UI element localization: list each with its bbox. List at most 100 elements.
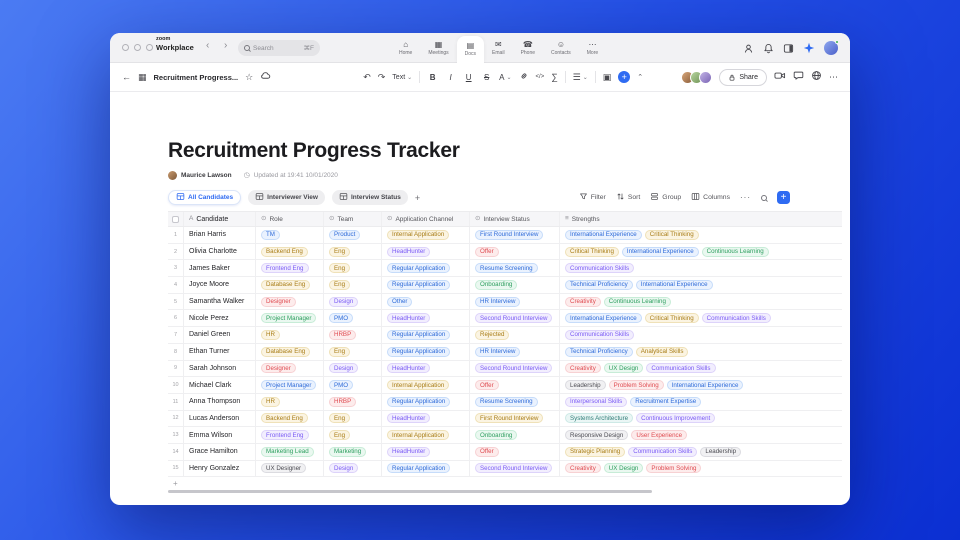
application-channel-cell[interactable]: Regular Application [382, 327, 470, 343]
role-cell[interactable]: Project Manager [256, 310, 324, 326]
redo-icon[interactable]: ↷ [378, 73, 386, 82]
strengths-cell[interactable]: International ExperienceCritical Thinkin… [560, 227, 842, 243]
application-channel-cell[interactable]: Internal Application [382, 377, 470, 393]
ai-companion-sparkle-icon[interactable] [803, 42, 815, 54]
share-button[interactable]: Share [719, 69, 767, 86]
tag-international-experience[interactable]: International Experience [636, 280, 713, 290]
tag-database-eng[interactable]: Database Eng [261, 280, 310, 290]
add-view-button[interactable]: + [415, 193, 420, 203]
strengths-cell[interactable]: LeadershipProblem SolvingInternational E… [560, 377, 842, 393]
application-channel-cell[interactable]: HeadHunter [382, 444, 470, 460]
team-cell[interactable]: HRBP [324, 327, 382, 343]
team-cell[interactable]: Product [324, 227, 382, 243]
application-channel-cell[interactable]: HeadHunter [382, 310, 470, 326]
tag-hr-interview[interactable]: HR Interview [475, 297, 520, 307]
side-panel-toggle-icon[interactable] [783, 43, 794, 54]
team-cell[interactable]: Eng [324, 260, 382, 276]
tag-technical-proficiency[interactable]: Technical Proficiency [565, 280, 633, 290]
tag-rejected[interactable]: Rejected [475, 330, 509, 340]
role-cell[interactable]: Backend Eng [256, 244, 324, 260]
tag-first-round-interview[interactable]: First Round Interview [475, 413, 543, 423]
interview-status-cell[interactable]: Offer [470, 444, 560, 460]
tag-problem-solving[interactable]: Problem Solving [646, 463, 701, 473]
team-cell[interactable]: PMO [324, 310, 382, 326]
table-search-icon[interactable] [761, 195, 767, 201]
tag-marketing[interactable]: Marketing [329, 447, 366, 457]
tag-offer[interactable]: Offer [475, 380, 499, 390]
tag-continuous-improvement[interactable]: Continuous Improvement [636, 413, 715, 423]
collaborator-avatar[interactable] [699, 71, 712, 84]
tag-systems-architecture[interactable]: Systems Architecture [565, 413, 633, 423]
chat-bubble-icon[interactable] [793, 68, 804, 86]
role-cell[interactable]: Project Manager [256, 377, 324, 393]
role-cell[interactable]: Database Eng [256, 344, 324, 360]
tab-contacts[interactable]: ☺Contacts [543, 33, 579, 63]
candidate-cell[interactable]: Samantha Walker [184, 294, 256, 310]
tag-responsive-design[interactable]: Responsive Design [565, 430, 628, 440]
column-header-strengths[interactable]: ≡Strengths [560, 212, 842, 226]
strengths-cell[interactable]: International ExperienceCritical Thinkin… [560, 310, 842, 326]
tab-docs[interactable]: ▤Docs [457, 36, 484, 63]
tag-regular-application[interactable]: Regular Application [387, 397, 450, 407]
interview-status-cell[interactable]: Second Round Interview [470, 461, 560, 477]
interview-status-cell[interactable]: First Round Interview [470, 227, 560, 243]
tag-regular-application[interactable]: Regular Application [387, 347, 450, 357]
video-camera-icon[interactable] [774, 68, 786, 86]
role-cell[interactable]: TM [256, 227, 324, 243]
role-cell[interactable]: Designer [256, 294, 324, 310]
application-channel-cell[interactable]: Internal Application [382, 427, 470, 443]
table-row[interactable]: 3James BakerFrontend EngEngRegular Appli… [168, 260, 842, 277]
tag-internal-application[interactable]: Internal Application [387, 230, 449, 240]
tag-problem-solving[interactable]: Problem Solving [609, 380, 664, 390]
favorite-star-icon[interactable]: ☆ [245, 73, 253, 82]
strengths-cell[interactable]: Responsive DesignUser Experience [560, 427, 842, 443]
doc-title[interactable]: Recruitment Progress... [154, 73, 239, 82]
table-row[interactable]: 10Michael ClarkProject ManagerPMOInterna… [168, 377, 842, 394]
tag-continuous-learning[interactable]: Continuous Learning [604, 297, 671, 307]
tag-international-experience[interactable]: International Experience [565, 230, 642, 240]
tag-hr[interactable]: HR [261, 330, 280, 340]
tag-interpersonal-skills[interactable]: Interpersonal Skills [565, 397, 627, 407]
tag-hr-interview[interactable]: HR Interview [475, 347, 520, 357]
tag-offer[interactable]: Offer [475, 447, 499, 457]
candidate-cell[interactable]: James Baker [184, 260, 256, 276]
table-row[interactable]: 15Henry GonzalezUX DesignerDesignRegular… [168, 461, 842, 478]
tag-ux-design[interactable]: UX Design [604, 363, 644, 373]
italic-button[interactable]: I [445, 73, 456, 82]
interview-status-cell[interactable]: Second Round Interview [470, 361, 560, 377]
team-cell[interactable]: HRBP [324, 394, 382, 410]
strengths-cell[interactable]: Technical ProficiencyInternational Exper… [560, 277, 842, 293]
tag-backend-eng[interactable]: Backend Eng [261, 413, 308, 423]
tab-meetings[interactable]: ▦Meetings [420, 33, 456, 63]
tag-first-round-interview[interactable]: First Round Interview [475, 230, 543, 240]
tag-tm[interactable]: TM [261, 230, 280, 240]
interview-status-cell[interactable]: Resume Screening [470, 260, 560, 276]
interview-status-cell[interactable]: HR Interview [470, 294, 560, 310]
tag-product[interactable]: Product [329, 230, 360, 240]
tag-creativity[interactable]: Creativity [565, 463, 601, 473]
tag-regular-application[interactable]: Regular Application [387, 463, 450, 473]
candidate-cell[interactable]: Joyce Moore [184, 277, 256, 293]
tag-pmo[interactable]: PMO [329, 313, 353, 323]
tag-internal-application[interactable]: Internal Application [387, 430, 449, 440]
application-channel-cell[interactable]: HeadHunter [382, 244, 470, 260]
tag-leadership[interactable]: Leadership [700, 447, 741, 457]
tag-leadership[interactable]: Leadership [565, 380, 606, 390]
tag-design[interactable]: Design [329, 463, 358, 473]
column-header-application-channel[interactable]: ⊙Application Channel [382, 212, 470, 226]
application-channel-cell[interactable]: Regular Application [382, 260, 470, 276]
collapse-toolbar-icon[interactable]: ⌃ [637, 74, 643, 81]
undo-icon[interactable]: ↶ [363, 73, 371, 82]
role-cell[interactable]: UX Designer [256, 461, 324, 477]
horizontal-scrollbar[interactable] [168, 490, 652, 493]
tag-backend-eng[interactable]: Backend Eng [261, 247, 308, 257]
interview-status-cell[interactable]: HR Interview [470, 344, 560, 360]
interview-status-cell[interactable]: Second Round Interview [470, 310, 560, 326]
tag-communication-skills[interactable]: Communication Skills [565, 330, 634, 340]
tag-eng[interactable]: Eng [329, 280, 350, 290]
candidate-cell[interactable]: Lucas Anderson [184, 411, 256, 427]
strengths-cell[interactable]: Critical ThinkingInternational Experienc… [560, 244, 842, 260]
interview-status-cell[interactable]: Resume Screening [470, 394, 560, 410]
team-cell[interactable]: Eng [324, 244, 382, 260]
contacts-directory-icon[interactable] [743, 43, 754, 54]
